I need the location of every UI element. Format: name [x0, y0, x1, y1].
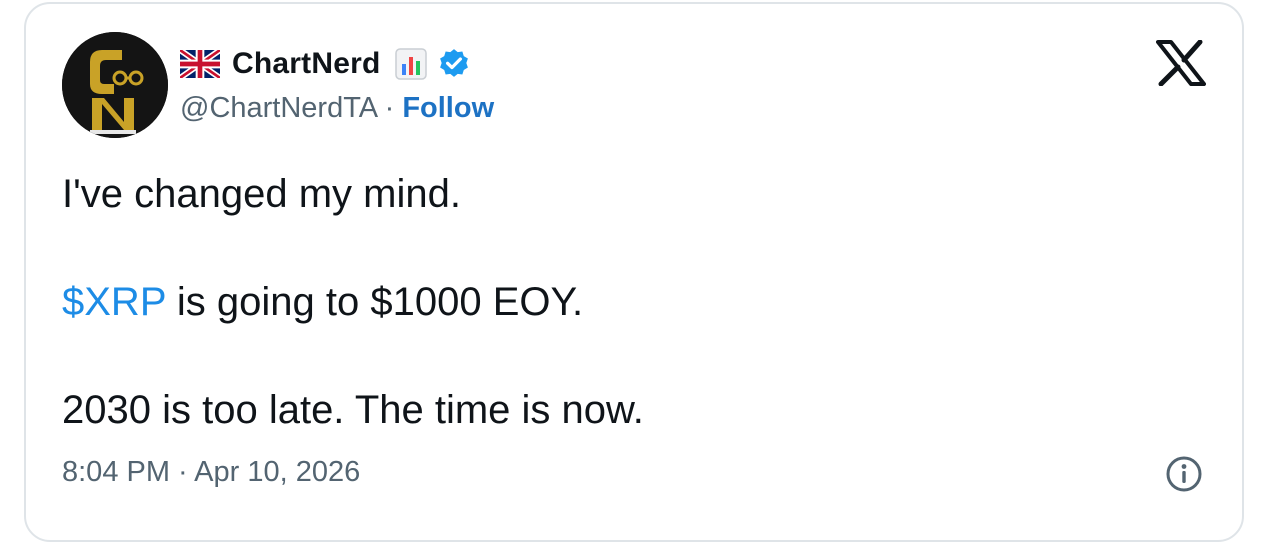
- author-name-row: ChartNerd: [180, 44, 471, 84]
- x-logo-icon[interactable]: [1156, 40, 1206, 86]
- handle-separator: ·: [384, 92, 395, 124]
- tweet-text-line-1: I've changed my mind.: [62, 172, 461, 216]
- uk-flag-icon: [180, 50, 220, 78]
- info-icon[interactable]: [1164, 454, 1204, 494]
- tweet-text-line-2-rest: is going to $1000 EOY.: [165, 280, 584, 324]
- avatar[interactable]: [62, 32, 168, 138]
- tweet-timestamp[interactable]: 8:04 PM · Apr 10, 2026: [62, 456, 360, 489]
- handle-row: @ChartNerdTA · Follow: [180, 92, 494, 125]
- follow-button[interactable]: Follow: [402, 92, 494, 124]
- bar-chart-emoji-icon: [394, 48, 427, 80]
- tweet-card[interactable]: ChartNerd @ChartNerdTA · Follow I've cha…: [24, 2, 1244, 542]
- author-handle[interactable]: @ChartNerdTA: [180, 92, 377, 124]
- tweet-text-line-2: $XRP is going to $1000 EOY.: [62, 280, 583, 325]
- tweet-text-line-3: 2030 is too late. The time is now.: [62, 388, 644, 432]
- verified-badge-icon: [439, 49, 468, 77]
- display-name[interactable]: ChartNerd: [232, 47, 381, 81]
- xrp-cashtag-link[interactable]: $XRP: [62, 280, 166, 324]
- avatar-logo-icon: [62, 32, 168, 138]
